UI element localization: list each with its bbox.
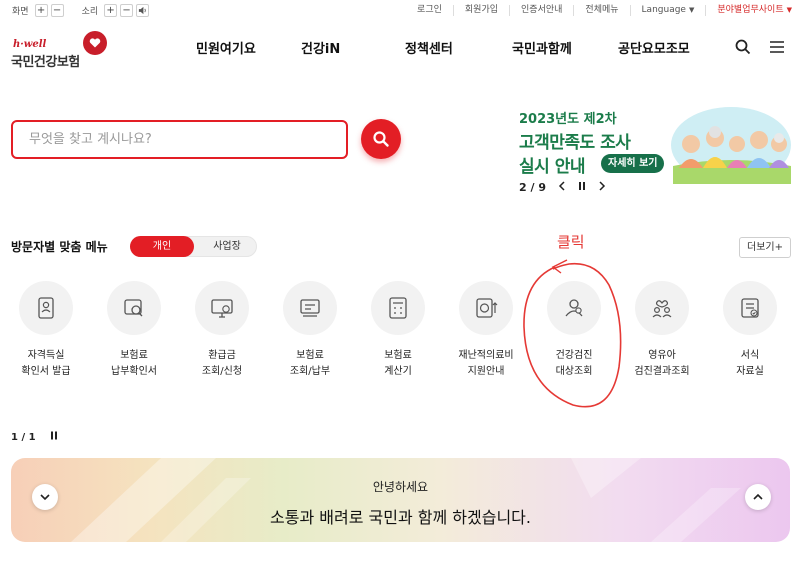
checkup-user-icon xyxy=(565,299,583,317)
quick-label-1: 보험료 xyxy=(296,350,324,361)
speaker-icon[interactable] xyxy=(136,4,150,17)
form-icon xyxy=(741,298,759,318)
visitor-tabs: 개인 사업장 xyxy=(130,236,257,257)
id-card-icon xyxy=(38,297,54,319)
quick-label-2: 조회/신청 xyxy=(201,366,243,377)
search-icon xyxy=(373,131,389,147)
prev-arrow-icon[interactable] xyxy=(558,181,566,194)
pause-icon[interactable] xyxy=(50,431,58,443)
pause-icon[interactable] xyxy=(578,181,586,194)
language-select[interactable]: Language ▼ xyxy=(631,5,707,16)
chevron-up-icon[interactable] xyxy=(745,484,771,510)
quick-label-1: 보험료 xyxy=(384,350,412,361)
quick-label-2: 확인서 발급 xyxy=(21,366,71,377)
decorative-shapes xyxy=(71,458,741,542)
greeting-banner: 안녕하세요 소통과 배려로 국민과 함께 하겠습니다. xyxy=(11,458,790,542)
banner-line3: 실시 안내 xyxy=(519,157,585,177)
search-box xyxy=(11,120,348,159)
utility-bar: 화면 + − 소리 + − 로그인 회원가입 인증서안내 전체메뉴 Langua… xyxy=(0,0,800,22)
quick-label-2: 납부확인서 xyxy=(111,366,157,377)
banner-line2: 고객만족도 조사 xyxy=(519,133,631,153)
quick-menu-item[interactable]: 재난적의료비지원안내 xyxy=(451,281,521,380)
business-sites-label: 분야별업무사이트 xyxy=(717,5,784,15)
nav-civil-service[interactable]: 민원여기요 xyxy=(196,38,256,57)
custom-menu-title: 방문자별 맞춤 메뉴 xyxy=(11,240,108,254)
volume-down-button[interactable]: − xyxy=(120,4,134,17)
sound-label: 소리 xyxy=(81,7,99,17)
nav-policy-center[interactable]: 정책센터 xyxy=(405,38,453,57)
join-link[interactable]: 회원가입 xyxy=(454,5,511,16)
greeting-hello: 안녕하세요 xyxy=(372,480,429,494)
infant-icon xyxy=(652,300,672,318)
family-illustration xyxy=(671,107,791,184)
quick-menu-item[interactable]: 보험료납부확인서 xyxy=(99,281,169,380)
survey-banner[interactable]: 2023년도 제2차 고객만족도 조사 실시 안내 자세히 보기 xyxy=(514,104,792,184)
quick-label-1: 환급금 xyxy=(208,350,236,361)
search-icon[interactable] xyxy=(734,38,752,56)
banner-more-button[interactable]: 자세히 보기 xyxy=(601,154,665,173)
medical-support-icon xyxy=(476,298,498,318)
quick-menu-item[interactable]: 보험료조회/납부 xyxy=(275,281,345,380)
quick-menu-item[interactable]: 자격득실확인서 발급 xyxy=(11,281,81,380)
quick-label-1: 자격득실 xyxy=(27,350,65,361)
business-sites-select[interactable]: 분야별업무사이트 ▼ xyxy=(706,5,792,16)
font-sound-controls: 화면 + − 소리 + − xyxy=(12,4,150,17)
quick-label-2: 지원안내 xyxy=(467,366,505,377)
search-button[interactable] xyxy=(361,119,401,159)
login-link[interactable]: 로그인 xyxy=(406,5,454,16)
quick-menu-item[interactable]: 보험료계산기 xyxy=(363,281,433,380)
banner-line1: 2023년도 제2차 xyxy=(519,112,617,127)
main-navigation: 민원여기요 건강iN 정책센터 국민과함께 공단요모조모 xyxy=(0,38,800,58)
certificate-guide-link[interactable]: 인증서안내 xyxy=(510,5,575,16)
quick-menu-item[interactable]: 환급금조회/신청 xyxy=(187,281,257,380)
tab-individual[interactable]: 개인 xyxy=(130,236,194,257)
quick-label-1: 영유아 xyxy=(648,350,676,361)
quick-menu-item[interactable]: 서식자료실 xyxy=(715,281,785,380)
payment-icon xyxy=(300,299,320,317)
quick-label-1: 재난적의료비 xyxy=(458,350,514,361)
quick-label-1: 보험료 xyxy=(120,350,148,361)
tab-business[interactable]: 사업장 xyxy=(195,236,259,257)
greeting-message: 소통과 배려로 국민과 함께 하겠습니다. xyxy=(270,508,531,527)
menu-page-indicator: 1 / 1 xyxy=(11,431,36,443)
search-document-icon xyxy=(124,299,143,317)
chevron-down-icon[interactable] xyxy=(32,484,58,510)
zoom-in-button[interactable]: + xyxy=(34,4,48,17)
quick-label-2: 검진결과조회 xyxy=(634,366,690,377)
language-label: Language xyxy=(641,5,686,15)
banner-pager: 2 / 9 xyxy=(519,181,606,194)
quick-menu-item[interactable]: 건강검진대상조회 xyxy=(539,281,609,380)
screen-label: 화면 xyxy=(12,7,29,17)
all-menu-link[interactable]: 전체메뉴 xyxy=(574,5,631,16)
quick-menu-item[interactable]: 영유아검진결과조회 xyxy=(627,281,697,380)
quick-label-1: 건강검진 xyxy=(555,350,593,361)
quick-label-2: 계산기 xyxy=(384,366,412,377)
caret-down-icon: ▼ xyxy=(688,6,695,14)
next-arrow-icon[interactable] xyxy=(598,181,606,194)
banner-page-indicator: 2 / 9 xyxy=(519,181,546,194)
monitor-won-icon xyxy=(211,299,233,318)
quick-label-2: 자료실 xyxy=(736,366,764,377)
caret-down-icon: ▼ xyxy=(786,6,792,14)
quick-label-2: 대상조회 xyxy=(555,366,593,377)
quick-label-1: 서식 xyxy=(740,350,760,361)
utility-links: 로그인 회원가입 인증서안내 전체메뉴 Language ▼ 분야별업무사이트 ▼ xyxy=(406,5,792,16)
click-annotation: 클릭 xyxy=(557,233,585,251)
quick-label-2: 조회/납부 xyxy=(289,366,331,377)
calculator-icon xyxy=(389,297,407,319)
search-input[interactable] xyxy=(13,122,346,157)
volume-up-button[interactable]: + xyxy=(104,4,118,17)
nav-about[interactable]: 공단요모조모 xyxy=(618,38,690,57)
nav-health-in[interactable]: 건강iN xyxy=(301,38,340,57)
zoom-out-button[interactable]: − xyxy=(50,4,64,17)
more-button[interactable]: 더보기+ xyxy=(739,237,791,258)
nav-with-people[interactable]: 국민과함께 xyxy=(512,38,572,57)
menu-icon[interactable] xyxy=(768,38,786,56)
menu-pager: 1 / 1 xyxy=(11,431,58,443)
